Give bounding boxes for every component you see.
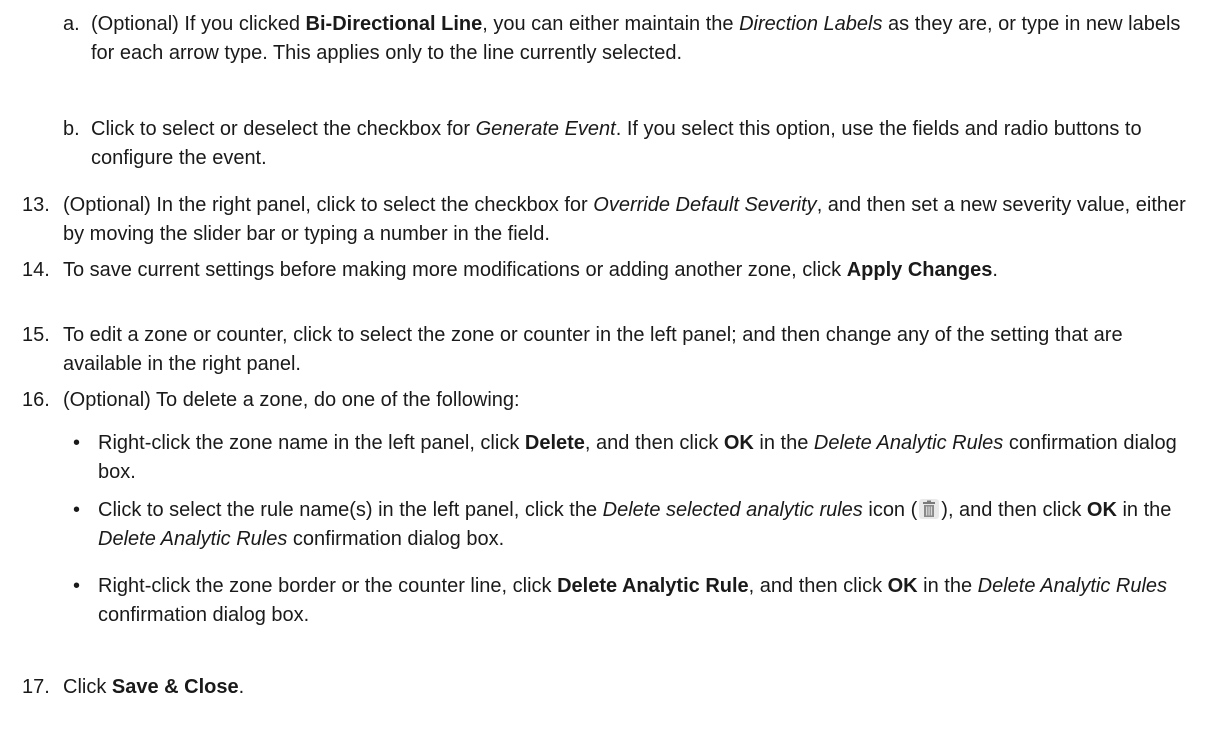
step-number-16: 16. (22, 389, 50, 411)
apply-changes-label: Apply Changes (846, 259, 993, 281)
substep-a-text: (Optional) If you clicked Bi-Directional… (91, 13, 1181, 64)
substep-marker-b: b. (63, 118, 80, 140)
step-number-13: 13. (22, 194, 50, 216)
step-17-text: Click Save & Close. (63, 676, 245, 698)
step-16-text: (Optional) To delete a zone, do one of t… (63, 389, 520, 411)
bullet-marker: • (73, 499, 81, 521)
bullet-marker: • (73, 432, 81, 454)
bullet-2-text: Click to select the rule name(s) in the … (98, 499, 1172, 550)
override-default-severity-term: Override Default Severity (593, 194, 817, 216)
step-15-text: To edit a zone or counter, click to sele… (63, 324, 1123, 375)
delete-analytic-rules-term: Delete Analytic Rules (977, 575, 1168, 597)
ok-label: OK (887, 575, 918, 597)
step-number-17: 17. (22, 676, 50, 698)
ok-label: OK (723, 432, 754, 454)
step-number-14: 14. (22, 259, 50, 281)
ok-label: OK (1086, 499, 1117, 521)
step-13-text: (Optional) In the right panel, click to … (63, 194, 1186, 245)
bullet-3-text: Right-click the zone border or the count… (98, 575, 1168, 626)
bullet-marker: • (73, 575, 81, 597)
step-14-text: To save current settings before making m… (63, 259, 998, 281)
substep-marker-a: a. (63, 13, 80, 35)
bi-directional-line-label: Bi-Directional Line (305, 13, 483, 35)
bullet-1-text: Right-click the zone name in the left pa… (98, 432, 1177, 483)
direction-labels-term: Direction Labels (739, 13, 883, 35)
generate-event-term: Generate Event (475, 118, 616, 140)
delete-label: Delete (524, 432, 585, 454)
delete-analytic-rules-term: Delete Analytic Rules (813, 432, 1004, 454)
delete-selected-analytic-rules-term: Delete selected analytic rules (602, 499, 863, 521)
delete-analytic-rule-label: Delete Analytic Rule (557, 575, 749, 597)
save-and-close-label: Save & Close (111, 676, 239, 698)
delete-analytic-rules-term: Delete Analytic Rules (98, 528, 288, 550)
step-number-15: 15. (22, 324, 50, 346)
substep-b-text: Click to select or deselect the checkbox… (91, 118, 1142, 169)
trash-icon (919, 499, 940, 519)
